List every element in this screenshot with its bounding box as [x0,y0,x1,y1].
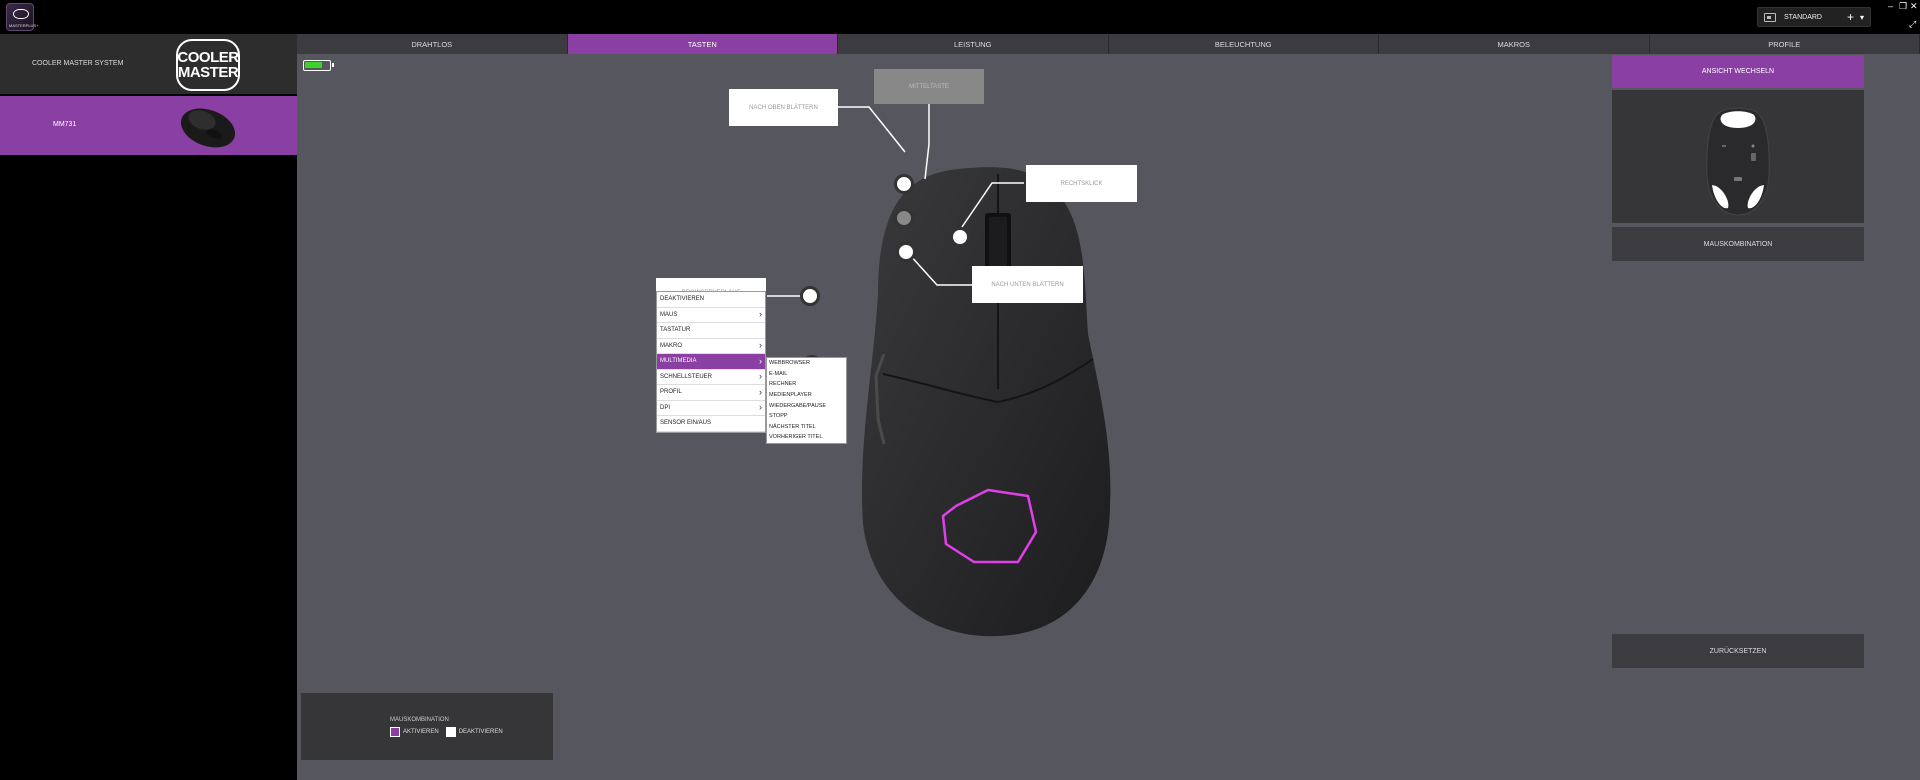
close-icon[interactable]: ✕ [1910,2,1918,11]
tab-bar: DRAHTLOS TASTEN LEISTUNG BELEUCHTUNG MAK… [297,34,1920,54]
profile-name: STANDARD [1784,13,1822,21]
submenu-item-stopp[interactable]: STOPP [767,411,846,422]
submenu-item-vorheriger[interactable]: VORHERIGER TITEL [767,432,846,443]
tab-makros[interactable]: MAKROS [1379,34,1650,54]
device-sidebar: COOLER MASTER SYSTEM COOLER MASTER MM731 [0,34,297,780]
enable-label: AKTIVIEREN [403,729,439,735]
restore-icon[interactable]: ❐ [1899,2,1907,11]
enable-checkbox[interactable] [390,727,400,737]
menu-item-maus[interactable]: MAUS › [657,308,765,323]
chevron-right-icon: › [759,340,762,351]
menu-item-tastatur[interactable]: TASTATUR [657,323,765,339]
chevron-right-icon: › [759,402,762,413]
mouse-thumbnail-icon [180,108,236,148]
assignment-menu: DEAKTIVIEREN MAUS › TASTATUR MAKRO › MULTI… [656,291,766,433]
app-logo-icon [13,9,29,19]
submenu-item-medienplayer[interactable]: MEDIENPLAYER [767,390,846,401]
battery-icon [303,60,334,71]
app-logo: MASTERPLUS+ [6,3,39,31]
callout-right-click[interactable]: RECHTSKLICK [1026,165,1137,202]
tab-beleuchtung[interactable]: BELEUCHTUNG [1108,34,1379,54]
submenu-item-webbrowser[interactable]: WEBBROWSER [767,358,846,369]
tab-profile[interactable]: PROFILE [1649,34,1920,54]
menu-item-makro[interactable]: MAKRO › [657,339,765,354]
system-label: COOLER MASTER SYSTEM [32,60,124,67]
expand-icon[interactable]: ⤢ [1909,20,1916,29]
submenu-item-email[interactable]: E-MAIL [767,369,846,380]
chevron-right-icon: › [759,386,762,397]
chevron-right-icon: › [759,355,762,366]
device-item-mm731[interactable]: MM731 [0,96,297,155]
chevron-down-icon[interactable]: ▾ [1860,13,1864,22]
disable-checkbox[interactable] [445,727,456,737]
menu-item-sensor[interactable]: SENSOR EIN/AUS [657,416,765,432]
profile-image-icon [1764,12,1776,22]
reset-button[interactable]: ZURÜCKSETZEN [1612,634,1864,668]
disable-label: DEAKTIVIEREN [458,729,503,735]
menu-item-deaktivieren[interactable]: DEAKTIVIEREN [657,292,765,308]
callout-scroll-up[interactable]: NACH OBEN BLÄTTERN [729,89,838,126]
system-row[interactable]: COOLER MASTER SYSTEM COOLER MASTER [0,34,297,94]
mouse-bottom-icon [1706,107,1770,216]
cooler-master-logo-icon: COOLER MASTER [176,39,240,91]
button-dot-scroll-up[interactable] [894,174,914,194]
logo-line-1: COOLER [177,49,239,66]
combination-panel: MAUSKOMBINATION AKTIVIEREN DEAKTIVIEREN [301,693,553,760]
tab-leistung[interactable]: LEISTUNG [838,34,1109,54]
mouse-combination-button[interactable]: MAUSKOMBINATION [1612,227,1864,261]
mouse-bottom-view [1612,90,1864,223]
submenu-item-rechner[interactable]: RECHNER [767,379,846,390]
combination-title: MAUSKOMBINATION [390,717,449,723]
device-label: MM731 [53,121,77,128]
mouse-top-view [861,167,1111,637]
tab-tasten[interactable]: TASTEN [567,34,838,54]
battery-fill [305,62,323,68]
button-dot-side-back[interactable] [800,286,820,306]
menu-item-dpi[interactable]: DPI › [657,401,765,416]
minimize-icon[interactable]: – [1888,2,1893,11]
right-panel: ANSICHT WECHSELN MAUSKOMBINATION ZURÜCKS… [1612,55,1864,780]
menu-item-schnellsteuer[interactable]: SCHNELLSTEUER › [657,370,765,385]
submenu-item-wiedergabe[interactable]: WIEDERGABE/PAUSE [767,400,846,411]
button-dot-right-click[interactable] [950,227,970,247]
title-bar: MASTERPLUS+ STANDARD + ▾ – ❐ ✕ ⤢ [0,0,1920,34]
combination-options: AKTIVIEREN DEAKTIVIEREN [390,727,503,737]
add-profile-icon[interactable]: + [1847,11,1854,23]
profile-select[interactable]: STANDARD + ▾ [1757,7,1871,27]
tab-drahtlos[interactable]: DRAHTLOS [297,34,568,54]
menu-item-multimedia[interactable]: MULTIMEDIA › [657,354,765,370]
chevron-right-icon: › [759,309,762,320]
multimedia-submenu: WEBBROWSER E-MAIL RECHNER MEDIENPLAYER W… [766,357,847,444]
callout-scroll-down[interactable]: NACH UNTEN BLÄTTERN [972,266,1083,303]
main-area: DRAHTLOS TASTEN LEISTUNG BELEUCHTUNG MAK… [297,34,1920,780]
button-dot-scroll-down[interactable] [896,242,916,262]
app-logo-text: MASTERPLUS+ [9,23,39,28]
menu-item-profil[interactable]: PROFIL › [657,385,765,401]
button-dot-middle[interactable] [894,208,914,228]
callout-middle-button[interactable]: MITTELTASTE [874,69,984,104]
submenu-item-naechster[interactable]: NÄCHSTER TITEL [767,422,846,433]
chevron-right-icon: › [759,371,762,382]
logo-line-2: MASTER [177,64,239,81]
view-switch-button[interactable]: ANSICHT WECHSELN [1612,55,1864,88]
